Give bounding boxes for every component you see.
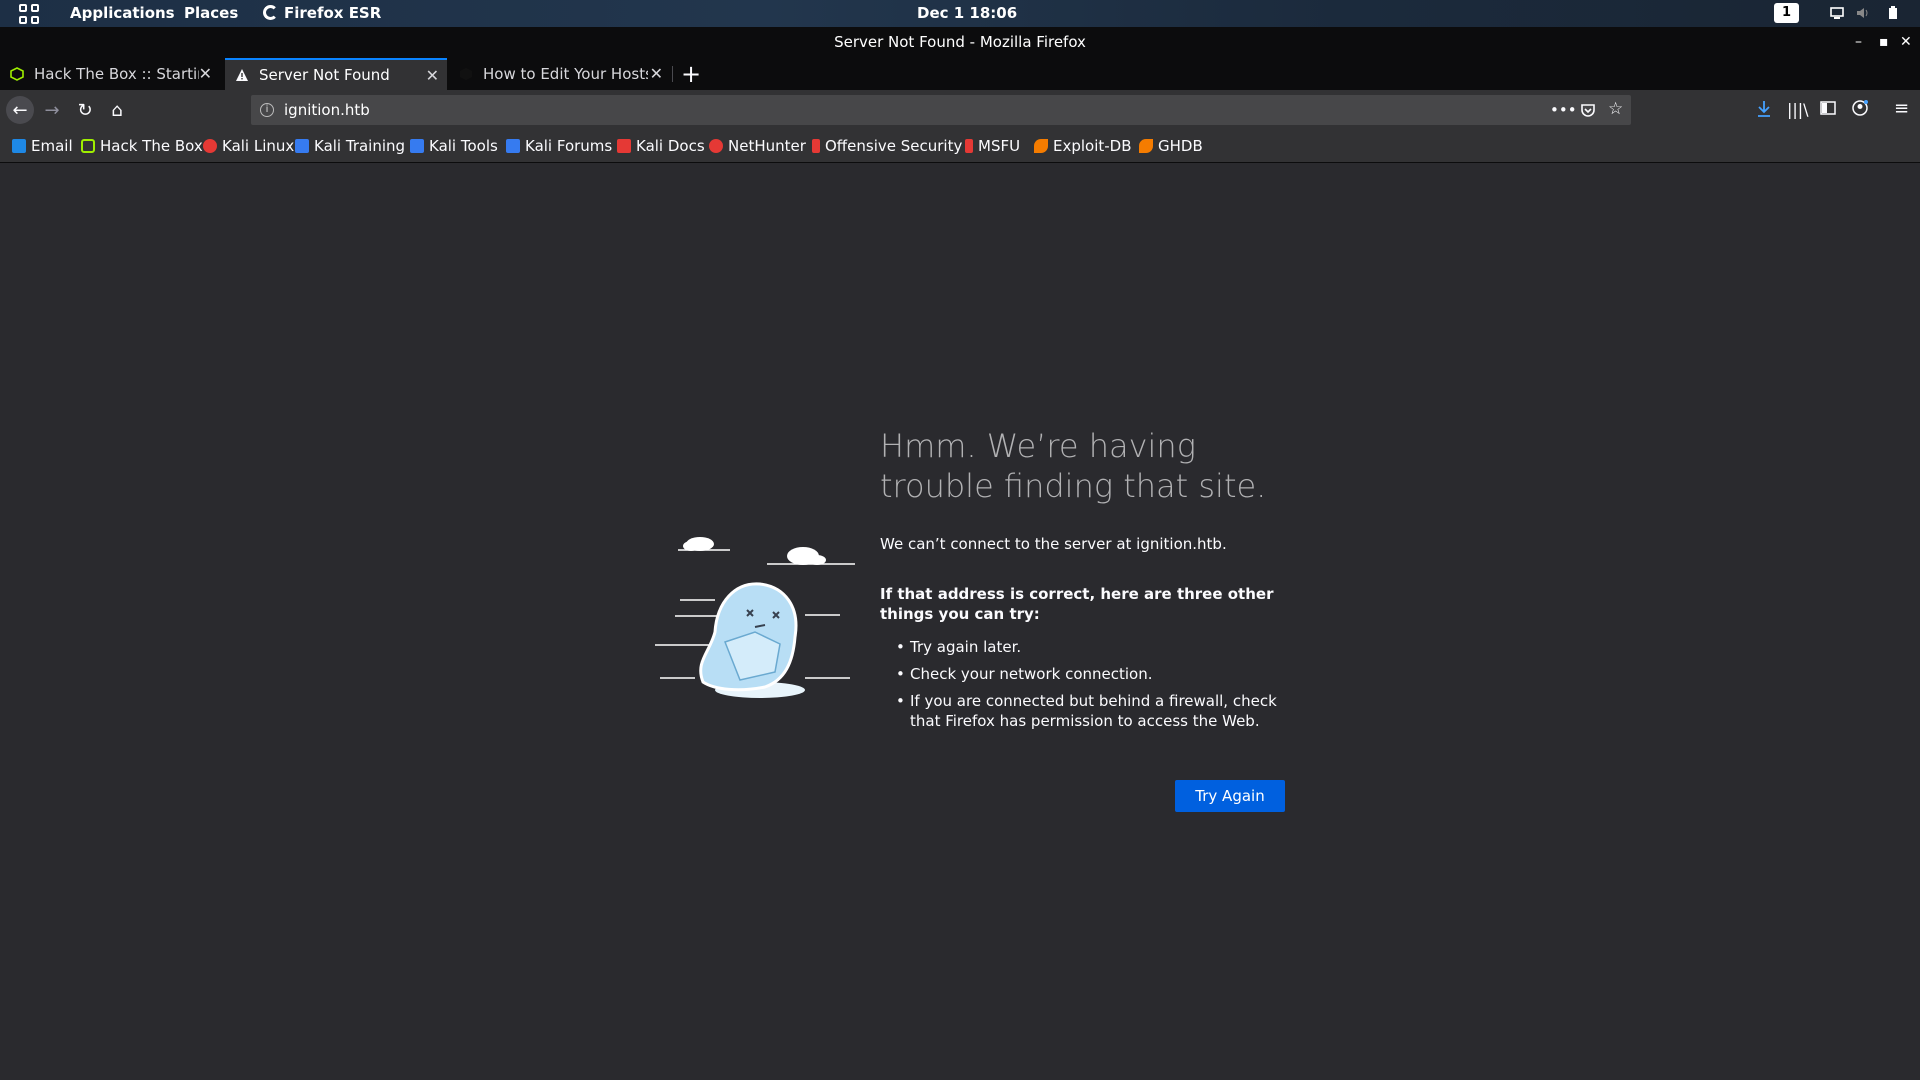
bookmark-label: Kali Tools: [429, 137, 498, 155]
bookmark-hackthebox[interactable]: Hack The Box: [81, 137, 203, 155]
app-grid-icon[interactable]: [19, 4, 39, 24]
kali-icon: [203, 139, 217, 153]
msfu-icon: [965, 139, 973, 153]
volume-icon[interactable]: [1856, 6, 1870, 20]
close-tab-icon[interactable]: ✕: [199, 64, 212, 83]
error-title: Hmm. We’re having trouble finding that s…: [880, 427, 1267, 505]
back-button[interactable]: ←: [6, 96, 34, 124]
firefox-app-label: Firefox ESR: [284, 4, 382, 22]
downloads-icon[interactable]: [1756, 100, 1772, 118]
bookmark-kali-linux[interactable]: Kali Linux: [203, 137, 294, 155]
window-title: Server Not Found - Mozilla Firefox: [834, 33, 1086, 51]
minimize-icon[interactable]: –: [1855, 27, 1862, 57]
tab-title: Server Not Found: [259, 66, 390, 84]
dino-illustration: [655, 537, 855, 698]
bookmark-kali-tools[interactable]: Kali Tools: [410, 137, 498, 155]
window-titlebar: Server Not Found - Mozilla Firefox – ▪ ✕: [0, 27, 1920, 57]
suggestions-list: Try again later. Check your network conn…: [880, 637, 1290, 738]
gnome-top-bar: Applications Places Firefox ESR Dec 1 18…: [0, 0, 1920, 27]
kali-tools-icon: [410, 139, 424, 153]
kali-docs-icon: [617, 139, 631, 153]
new-tab-button[interactable]: +: [681, 60, 701, 88]
page-actions-icon[interactable]: •••: [1550, 101, 1577, 119]
bookmark-exploit-db[interactable]: Exploit-DB: [1034, 137, 1132, 155]
sidebar-icon[interactable]: [1820, 100, 1836, 116]
list-item: Try again later.: [880, 637, 1290, 657]
workspace-indicator[interactable]: 1: [1774, 3, 1799, 23]
hamburger-menu-icon[interactable]: ≡: [1894, 98, 1909, 119]
exploitdb-icon: [1034, 139, 1048, 153]
nethunter-icon: [709, 139, 723, 153]
bookmark-label: MSFU: [978, 137, 1021, 155]
tab-title: Hack The Box :: Starting P: [34, 65, 199, 83]
close-tab-icon[interactable]: ✕: [426, 66, 439, 85]
battery-icon[interactable]: [1886, 6, 1900, 20]
list-item: Check your network connection.: [880, 664, 1290, 684]
hackthebox-icon: [10, 67, 24, 81]
hackthebox-icon: [81, 139, 95, 153]
bookmark-kali-docs[interactable]: Kali Docs: [617, 137, 705, 155]
clock[interactable]: Dec 1 18:06: [917, 4, 1017, 22]
error-description: We can’t connect to the server at igniti…: [880, 535, 1227, 553]
bookmark-ghdb[interactable]: GHDB: [1139, 137, 1203, 155]
error-page: Hmm. We’re having trouble finding that s…: [0, 164, 1920, 1080]
tab-hackthebox[interactable]: Hack The Box :: Starting P ✕: [0, 58, 220, 90]
tab-title: How to Edit Your Hosts Fi: [483, 65, 648, 83]
pocket-icon[interactable]: [1580, 102, 1596, 118]
bookmark-label: NetHunter: [728, 137, 806, 155]
library-icon[interactable]: |||\: [1787, 100, 1809, 119]
display-icon[interactable]: [1830, 6, 1844, 20]
offsec-icon: [812, 139, 820, 153]
forward-button[interactable]: →: [38, 96, 66, 124]
bookmark-kali-forums[interactable]: Kali Forums: [506, 137, 612, 155]
home-button[interactable]: ⌂: [103, 96, 131, 124]
account-icon[interactable]: [1852, 100, 1868, 116]
url-bar[interactable]: i ••• ☆: [251, 95, 1631, 125]
bookmark-label: Exploit-DB: [1053, 137, 1132, 155]
hexagon-icon: [460, 68, 472, 80]
firefox-icon: [263, 5, 278, 20]
close-tab-icon[interactable]: ✕: [650, 64, 663, 83]
firefox-app-menu[interactable]: Firefox ESR: [263, 4, 381, 22]
bookmark-label: GHDB: [1158, 137, 1203, 155]
error-suggestions-heading: If that address is correct, here are thr…: [880, 585, 1274, 623]
bookmark-label: Hack The Box: [100, 137, 203, 155]
bookmark-label: Kali Linux: [222, 137, 295, 155]
bookmarks-toolbar: Email Hack The Box Kali Linux Kali Train…: [0, 130, 1920, 163]
try-again-button[interactable]: Try Again: [1175, 780, 1285, 812]
bookmark-kali-training[interactable]: Kali Training: [295, 137, 405, 155]
bookmark-star-icon[interactable]: ☆: [1608, 99, 1623, 119]
places-menu[interactable]: Places: [184, 4, 238, 22]
maximize-icon[interactable]: ▪: [1879, 27, 1889, 57]
bookmark-label: Offensive Security: [825, 137, 963, 155]
ghdb-icon: [1139, 139, 1153, 153]
reload-button[interactable]: ↻: [71, 96, 99, 124]
bookmark-offensive-security[interactable]: Offensive Security: [812, 137, 962, 155]
kali-forums-icon: [506, 139, 520, 153]
bookmark-email[interactable]: Email: [12, 137, 73, 155]
info-icon[interactable]: i: [260, 103, 274, 117]
warning-icon: [236, 69, 248, 81]
navigation-toolbar: ← → ↻ ⌂ i ••• ☆ |||\ ≡: [0, 90, 1920, 130]
bookmark-nethunter[interactable]: NetHunter: [709, 137, 806, 155]
bookmark-msfu[interactable]: MSFU: [965, 137, 1020, 155]
bookmark-label: Kali Docs: [636, 137, 705, 155]
tab-hosts-guide[interactable]: How to Edit Your Hosts Fi ✕: [449, 58, 671, 90]
tab-strip: Hack The Box :: Starting P ✕ Server Not …: [0, 57, 1920, 90]
bookmark-label: Kali Forums: [525, 137, 613, 155]
url-input[interactable]: [284, 101, 1484, 119]
bookmark-label: Kali Training: [314, 137, 406, 155]
bookmark-label: Email: [31, 137, 73, 155]
close-window-icon[interactable]: ✕: [1900, 27, 1912, 57]
list-item: If you are connected but behind a firewa…: [880, 691, 1290, 731]
tab-separator: [672, 66, 673, 82]
kali-training-icon: [295, 139, 309, 153]
applications-menu[interactable]: Applications: [70, 4, 175, 22]
email-icon: [12, 139, 26, 153]
tab-server-not-found[interactable]: Server Not Found ✕: [225, 58, 447, 90]
